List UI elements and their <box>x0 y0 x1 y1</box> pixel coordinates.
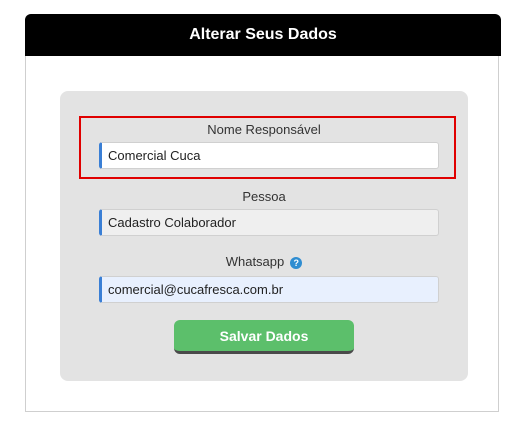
nome-label: Nome Responsável <box>207 122 321 137</box>
edit-data-panel: Alterar Seus Dados Nome Responsável Pess… <box>25 14 501 412</box>
save-button[interactable]: Salvar Dados <box>174 320 354 354</box>
pessoa-field[interactable] <box>99 209 439 236</box>
pessoa-label: Pessoa <box>242 189 286 204</box>
nome-field[interactable] <box>99 142 439 169</box>
whatsapp-field[interactable] <box>99 276 439 303</box>
help-icon[interactable]: ? <box>290 256 303 269</box>
form-container: Nome Responsável Pessoa Whatsapp? Salvar… <box>60 91 468 381</box>
whatsapp-label: Whatsapp <box>225 254 285 269</box>
panel-title: Alterar Seus Dados <box>25 14 501 56</box>
whatsapp-label-row: Whatsapp? <box>60 254 468 269</box>
